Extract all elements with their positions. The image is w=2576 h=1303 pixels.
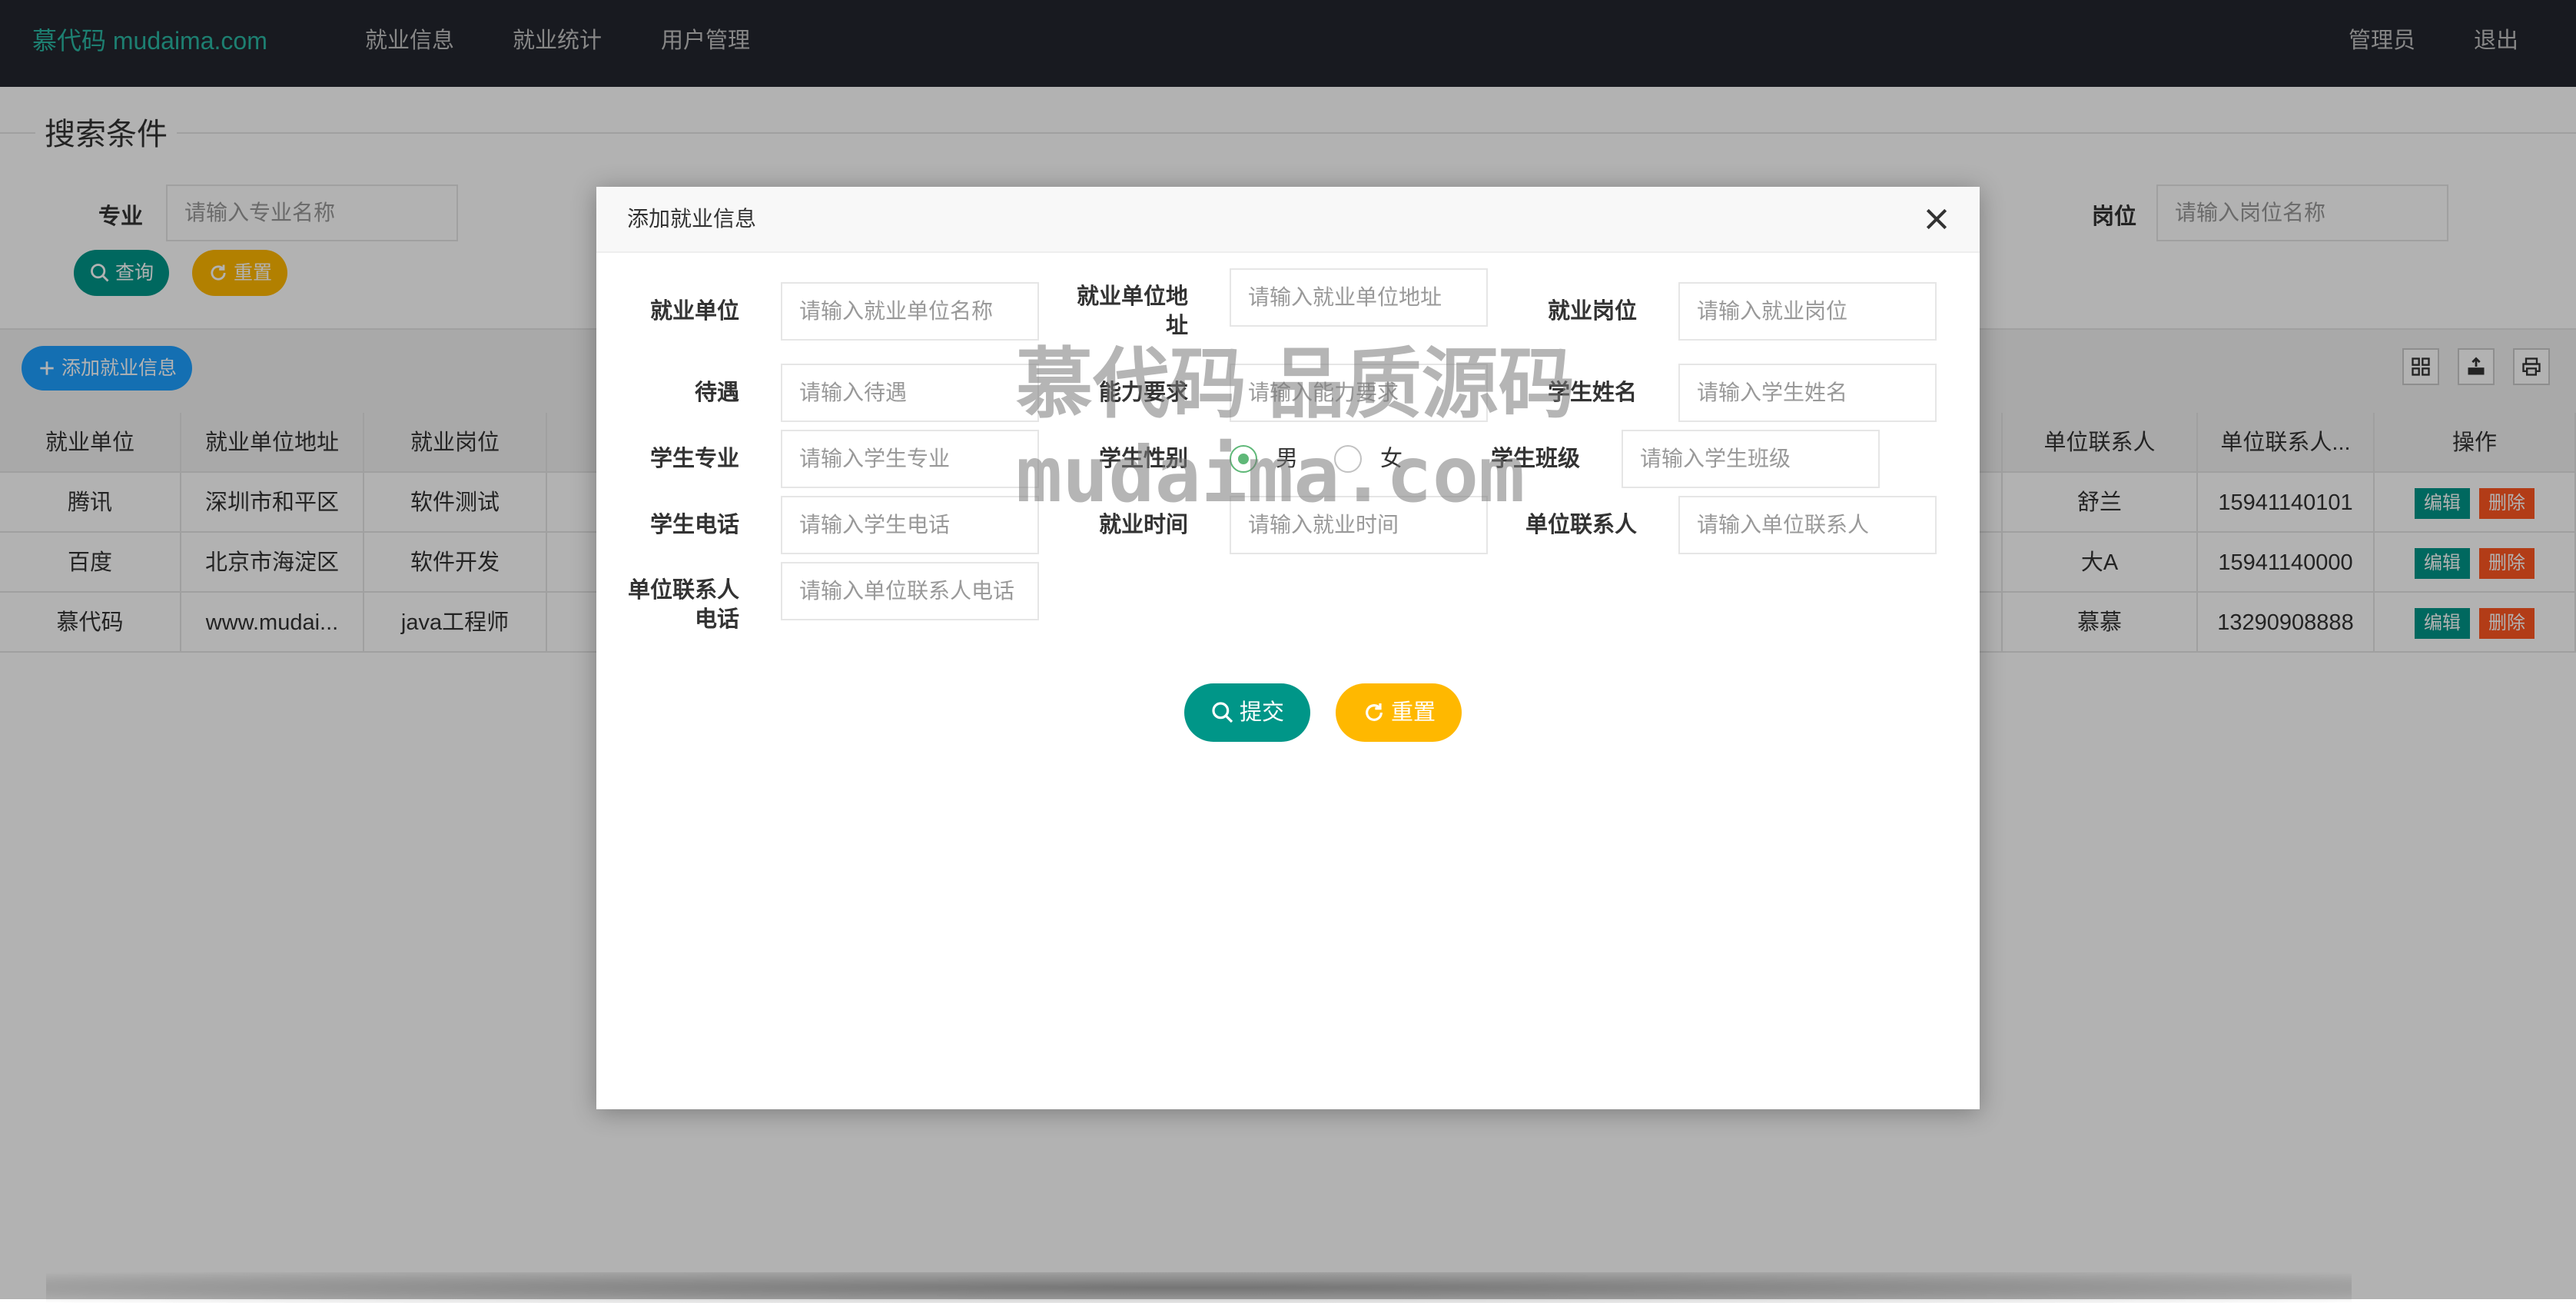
job-input[interactable]: 请输入就业岗位 [1678, 282, 1937, 341]
add-employment-modal: 添加就业信息 就业单位 请输入就业单位名称 就业单位地 址 请输入就业单位地址 … [596, 187, 1980, 1109]
major-label: 学生专业 [649, 447, 739, 471]
major-input[interactable]: 请输入学生专业 [781, 430, 1039, 488]
name-input[interactable]: 请输入学生姓名 [1678, 364, 1937, 422]
contact-phone-label-line1: 单位联系人 [627, 578, 739, 603]
address-label-line2: 址 [1165, 314, 1188, 338]
address-label-line1: 就业单位地 [1076, 284, 1188, 309]
contact-input[interactable]: 请输入单位联系人 [1678, 496, 1937, 554]
submit-button[interactable]: 提交 [1184, 683, 1311, 742]
contact-phone-label-line2: 电话 [694, 607, 739, 632]
submit-button-label: 提交 [1240, 700, 1285, 725]
refresh-icon [1366, 703, 1383, 721]
watermark-line1: 慕代码 品质源码 [1016, 341, 1575, 427]
search-icon [1212, 702, 1233, 723]
watermark-line2: mudaima.com [1016, 430, 1525, 520]
address-label: 就业单位地 址 [1065, 282, 1188, 341]
salary-input[interactable]: 请输入待遇 [781, 364, 1039, 422]
unit-input[interactable]: 请输入就业单位名称 [781, 282, 1039, 341]
modal-reset-button[interactable]: 重置 [1336, 683, 1462, 742]
unit-label: 就业单位 [649, 299, 739, 324]
contact-phone-input[interactable]: 请输入单位联系人电话 [781, 562, 1039, 620]
phone-input[interactable]: 请输入学生电话 [781, 496, 1039, 554]
bottom-shadow [46, 1272, 2352, 1303]
class-input[interactable]: 请输入学生班级 [1622, 430, 1880, 488]
modal-reset-label: 重置 [1391, 700, 1436, 725]
close-icon[interactable] [1921, 204, 1952, 234]
salary-label: 待遇 [694, 381, 739, 405]
phone-label: 学生电话 [649, 513, 739, 537]
address-input[interactable]: 请输入就业单位地址 [1230, 268, 1488, 327]
modal-header: 添加就业信息 [596, 187, 1980, 253]
modal-title: 添加就业信息 [627, 207, 757, 231]
job-label: 就业岗位 [1547, 299, 1637, 324]
contact-phone-label: 单位联系人 电话 [604, 576, 739, 634]
